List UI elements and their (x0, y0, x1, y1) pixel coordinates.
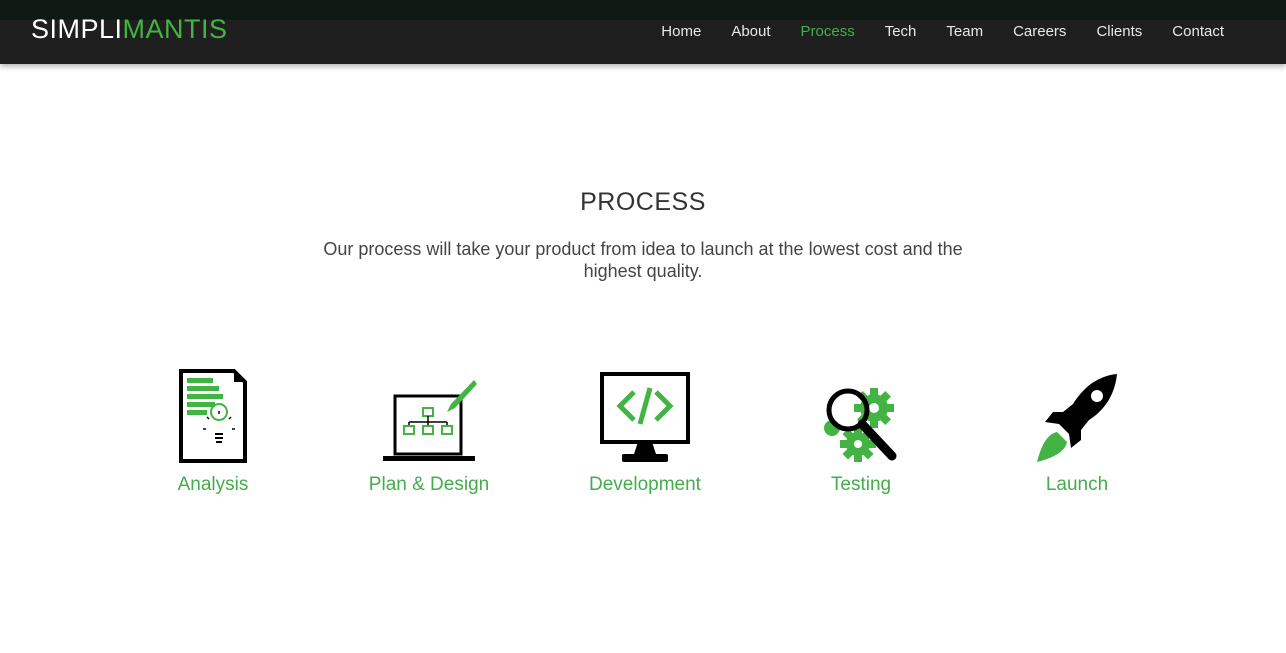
nav-item-process[interactable]: Process (786, 22, 870, 42)
top-navbar: SIMPLIMANTIS Home About Process Tech Tea… (0, 0, 1286, 64)
process-step-label: Launch (1045, 474, 1109, 495)
brand-logo-part2: MANTIS (122, 14, 228, 44)
brand-logo[interactable]: SIMPLIMANTIS (31, 13, 228, 45)
magnifier-gears-icon (824, 388, 897, 462)
main-nav: Home About Process Tech Team Careers Cli… (646, 22, 1239, 42)
brand-logo-part1: SIMPLI (31, 14, 123, 44)
process-step-analysis: Analysis (105, 360, 321, 496)
process-step-testing: Testing (753, 360, 969, 496)
process-step-label: Development (589, 474, 701, 495)
process-step-launch: Launch (969, 360, 1185, 496)
process-step-label: Testing (830, 474, 892, 495)
laptop-sitemap-icon (383, 380, 477, 461)
nav-item-about[interactable]: About (716, 22, 785, 42)
nav-item-tech[interactable]: Tech (870, 22, 932, 42)
process-step-label: Plan & Design (368, 474, 490, 495)
nav-item-team[interactable]: Team (931, 22, 998, 42)
process-step-label: Analysis (177, 474, 249, 495)
section-subtitle: Our process will take your product from … (323, 239, 963, 281)
process-step-plan-design: Plan & Design (321, 360, 537, 496)
nav-item-contact[interactable]: Contact (1157, 22, 1239, 42)
document-lightbulb-icon (179, 369, 247, 463)
nav-item-careers[interactable]: Careers (998, 22, 1081, 42)
rocket-icon (1037, 374, 1117, 462)
nav-item-clients[interactable]: Clients (1081, 22, 1157, 42)
process-steps: Analysis Plan & Design Development Testi… (105, 360, 1185, 510)
process-step-development: Development (537, 360, 753, 496)
section-title: PROCESS (580, 188, 706, 216)
nav-item-home[interactable]: Home (646, 22, 716, 42)
monitor-code-icon (600, 372, 690, 462)
